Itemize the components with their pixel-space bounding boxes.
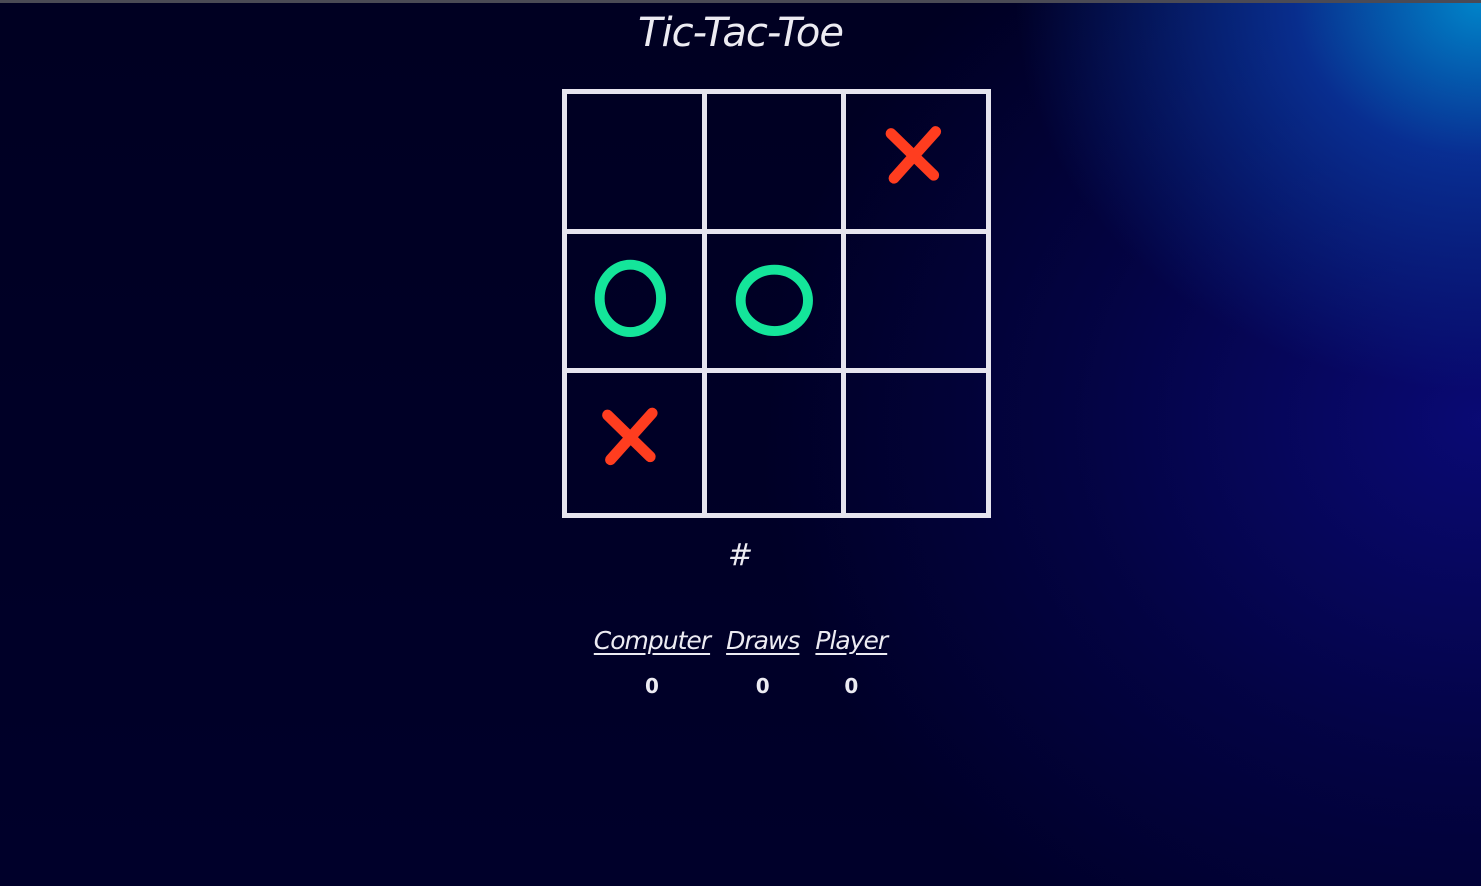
board-cell-1[interactable]: [567, 94, 707, 234]
o-mark: [594, 259, 667, 337]
draws-label: Draws: [726, 626, 800, 655]
board-cell-8[interactable]: [707, 373, 847, 513]
board-cell-9[interactable]: [846, 373, 986, 513]
scoreboard: Computer 0 Draws 0 Player 0: [0, 624, 1481, 698]
window-top-border: [0, 0, 1481, 3]
player-label: Player: [815, 626, 888, 655]
board-cell-5[interactable]: [706, 233, 847, 374]
board-cell-6[interactable]: [846, 234, 986, 374]
computer-score-column: Computer 0: [593, 624, 711, 698]
player-score-column: Player 0: [815, 624, 888, 698]
x-mark: [602, 408, 658, 466]
computer-score: 0: [644, 674, 659, 698]
draws-score: 0: [755, 674, 770, 698]
o-mark: [735, 264, 813, 336]
page-title: Tic-Tac-Toe: [638, 10, 844, 56]
draws-score-column: Draws 0: [726, 624, 800, 698]
player-score: 0: [844, 674, 859, 698]
board-cell-4[interactable]: [567, 233, 707, 374]
turn-indicator: #: [727, 538, 754, 573]
board-cell-7[interactable]: [567, 373, 707, 513]
x-mark: [885, 126, 942, 184]
computer-label: Computer: [593, 626, 711, 655]
game-board: [562, 89, 991, 518]
board-cell-2[interactable]: [706, 94, 847, 234]
board-cell-3[interactable]: [846, 94, 986, 234]
